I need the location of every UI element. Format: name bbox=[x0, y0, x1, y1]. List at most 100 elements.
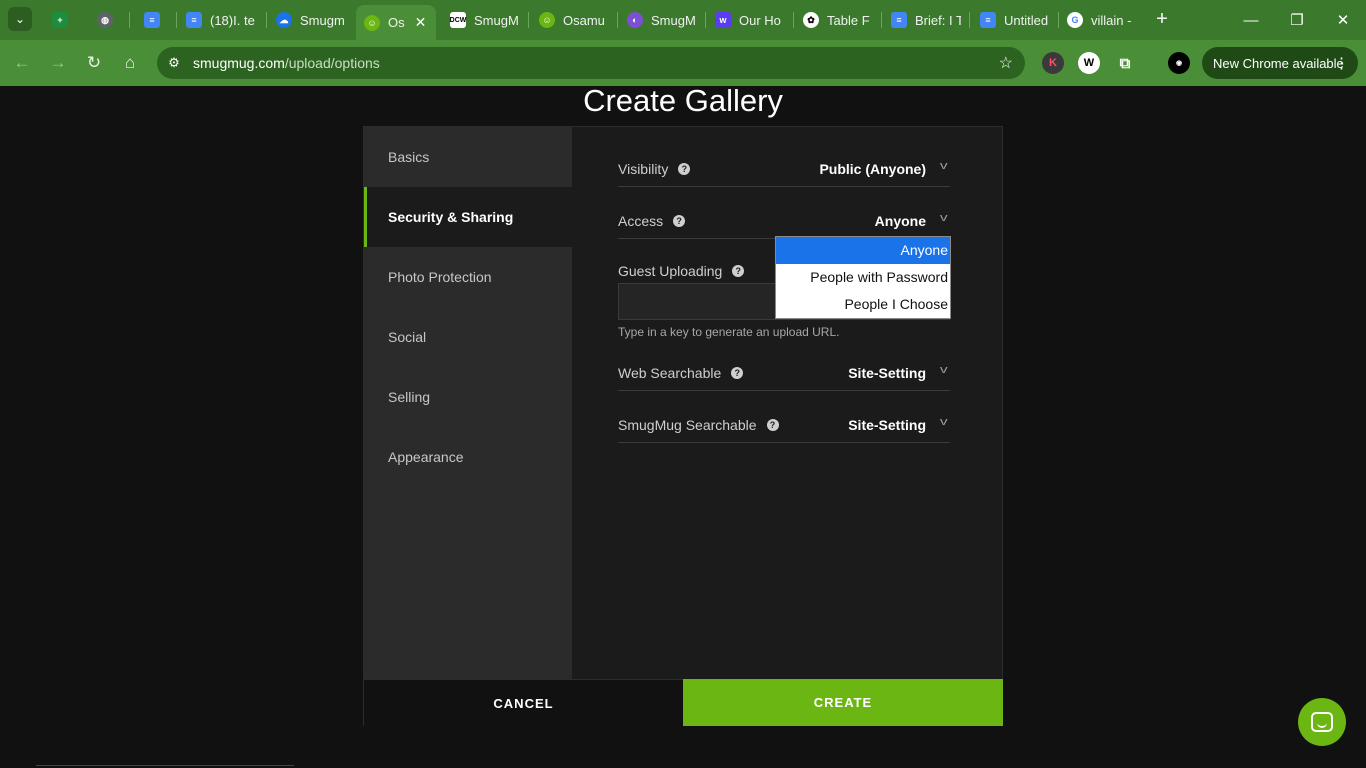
guest-upload-hint: Type in a key to generate an upload URL. bbox=[618, 325, 840, 339]
tab-11[interactable]: ✿ Table F bbox=[803, 5, 873, 35]
tab-separator bbox=[129, 12, 130, 28]
settings-sidenav: Basics Security & Sharing Photo Protecti… bbox=[364, 127, 572, 679]
chevron-down-icon: v bbox=[939, 416, 948, 428]
sidenav-item-selling[interactable]: Selling bbox=[364, 367, 572, 427]
close-window-icon[interactable]: ✕ bbox=[1329, 6, 1357, 34]
tab-8[interactable]: ☺ Osamu bbox=[539, 5, 609, 35]
access-option-password[interactable]: People with Password bbox=[776, 264, 950, 291]
smugmug-searchable-label-text: SmugMug Searchable bbox=[618, 417, 757, 433]
tab-12[interactable]: ≡ Brief: I T bbox=[891, 5, 961, 35]
tab-13[interactable]: ≡ Untitled bbox=[980, 5, 1050, 35]
new-chrome-available-button[interactable]: New Chrome available ⋮ bbox=[1202, 47, 1358, 79]
page: Create Gallery Basics Security & Sharing… bbox=[0, 83, 1366, 768]
planet-icon: ◐ bbox=[627, 12, 643, 28]
guest-uploading-label: Guest Uploading? bbox=[618, 263, 745, 279]
tab-title: Our Ho bbox=[739, 12, 781, 28]
page-title: Create Gallery bbox=[583, 83, 783, 118]
create-gallery-modal: Basics Security & Sharing Photo Protecti… bbox=[363, 126, 1003, 726]
kebab-menu-icon[interactable]: ⋮ bbox=[1334, 54, 1349, 72]
create-button[interactable]: CREATE bbox=[683, 679, 1003, 726]
divider bbox=[36, 765, 294, 766]
tab-4[interactable]: ≡ (18)I. te bbox=[186, 5, 266, 35]
tab-separator bbox=[969, 12, 970, 28]
access-label: Access? bbox=[618, 213, 686, 229]
help-icon[interactable]: ? bbox=[732, 265, 745, 277]
url-host: smugmug.com bbox=[193, 55, 285, 71]
tab-9[interactable]: ◐ SmugM bbox=[627, 5, 697, 35]
cancel-button[interactable]: CANCEL bbox=[364, 679, 683, 726]
sidenav-item-security-sharing[interactable]: Security & Sharing bbox=[364, 187, 572, 247]
tab-7[interactable]: DCW SmugM bbox=[450, 5, 520, 35]
tab-5[interactable]: ☁ Smugm bbox=[276, 5, 346, 35]
access-select[interactable]: Access? Anyone v bbox=[618, 209, 950, 239]
smugmug-searchable-value: Site-Setting bbox=[848, 417, 926, 433]
web-searchable-select[interactable]: Web Searchable? Site-Setting v bbox=[618, 361, 950, 391]
visibility-select[interactable]: Visibility? Public (Anyone) v bbox=[618, 157, 950, 187]
tab-strip: ⌄ + ◍ ≡ ≡ (18)I. te ☁ Smugm ☺ Os ✕ DCW S… bbox=[0, 0, 1366, 40]
chevron-down-icon: v bbox=[939, 212, 948, 224]
help-icon[interactable]: ? bbox=[678, 163, 691, 175]
back-arrow-icon[interactable]: ← bbox=[10, 51, 34, 75]
tab-14[interactable]: G villain - bbox=[1067, 5, 1137, 35]
w-logo-icon: w bbox=[715, 12, 731, 28]
access-value: Anyone bbox=[874, 213, 926, 229]
tab-title: Table F bbox=[827, 12, 870, 28]
sidenav-item-social[interactable]: Social bbox=[364, 307, 572, 367]
sidenav-item-basics[interactable]: Basics bbox=[364, 127, 572, 187]
openai-icon: ✿ bbox=[803, 12, 819, 28]
help-icon[interactable]: ? bbox=[673, 215, 686, 227]
profile-avatar[interactable]: ◉ bbox=[1168, 52, 1190, 74]
home-icon[interactable]: ⌂ bbox=[118, 51, 142, 75]
docs-icon: ≡ bbox=[186, 12, 202, 28]
browser-toolbar: ← → ↻ ⌂ ⚙ smugmug.com/upload/options ☆ K… bbox=[0, 40, 1366, 86]
web-searchable-label-text: Web Searchable bbox=[618, 365, 722, 381]
visibility-label: Visibility? bbox=[618, 161, 691, 177]
dcw-icon: DCW bbox=[450, 12, 466, 28]
tab-3[interactable]: ≡ bbox=[144, 5, 168, 35]
sidenav-item-photo-protection[interactable]: Photo Protection bbox=[364, 247, 572, 307]
k-extension-icon[interactable]: K bbox=[1042, 52, 1064, 74]
tab-10[interactable]: w Our Ho bbox=[715, 5, 785, 35]
chat-icon bbox=[1311, 712, 1333, 732]
tab-title: Os bbox=[388, 15, 405, 30]
forward-arrow-icon[interactable]: → bbox=[46, 51, 70, 75]
bookmark-star-icon[interactable]: ☆ bbox=[999, 53, 1013, 73]
globe-icon: ◍ bbox=[97, 12, 113, 28]
site-settings-icon[interactable]: ⚙ bbox=[166, 55, 182, 71]
tab-6-active[interactable]: ☺ Os ✕ bbox=[356, 5, 436, 40]
tab-title: (18)I. te bbox=[210, 12, 255, 28]
docs-icon: ≡ bbox=[980, 12, 996, 28]
tab-separator bbox=[528, 12, 529, 28]
tab-title: Untitled bbox=[1004, 12, 1049, 28]
sidenav-item-appearance[interactable]: Appearance bbox=[364, 427, 572, 487]
web-searchable-label: Web Searchable? bbox=[618, 365, 744, 381]
smugmug-searchable-select[interactable]: SmugMug Searchable? Site-Setting v bbox=[618, 413, 950, 443]
docs-icon: ≡ bbox=[891, 12, 907, 28]
restore-icon[interactable]: ❐ bbox=[1283, 6, 1311, 34]
help-icon[interactable]: ? bbox=[731, 367, 744, 379]
visibility-label-text: Visibility bbox=[618, 161, 669, 177]
minimize-icon[interactable]: — bbox=[1237, 6, 1265, 34]
support-chat-button[interactable] bbox=[1298, 698, 1346, 746]
close-tab-icon[interactable]: ✕ bbox=[415, 14, 427, 31]
tab-separator bbox=[176, 12, 177, 28]
web-searchable-value: Site-Setting bbox=[848, 365, 926, 381]
address-bar[interactable]: ⚙ smugmug.com/upload/options ☆ bbox=[157, 47, 1025, 79]
update-label: New Chrome available bbox=[1213, 55, 1344, 71]
smugmug-icon: ☺ bbox=[364, 14, 380, 31]
tab-title: SmugM bbox=[474, 12, 519, 28]
tab-1[interactable]: + bbox=[52, 5, 76, 35]
reload-icon[interactable]: ↻ bbox=[82, 51, 106, 75]
access-option-anyone[interactable]: Anyone bbox=[776, 237, 950, 264]
new-tab-plus-icon[interactable]: + bbox=[1152, 8, 1172, 30]
sheets-icon: + bbox=[52, 12, 68, 28]
puzzle-extensions-icon[interactable]: ⧉ bbox=[1114, 52, 1136, 74]
w-extension-icon[interactable]: W bbox=[1078, 52, 1100, 74]
tab-2[interactable]: ◍ bbox=[97, 5, 121, 35]
help-icon[interactable]: ? bbox=[766, 419, 779, 431]
modal-footer: CANCEL CREATE bbox=[364, 679, 1003, 726]
tab-title: SmugM bbox=[651, 12, 696, 28]
cloud-icon: ☁ bbox=[276, 12, 292, 28]
access-option-people-i-choose[interactable]: People I Choose bbox=[776, 291, 950, 318]
tab-search-chevron-icon[interactable]: ⌄ bbox=[8, 7, 32, 31]
